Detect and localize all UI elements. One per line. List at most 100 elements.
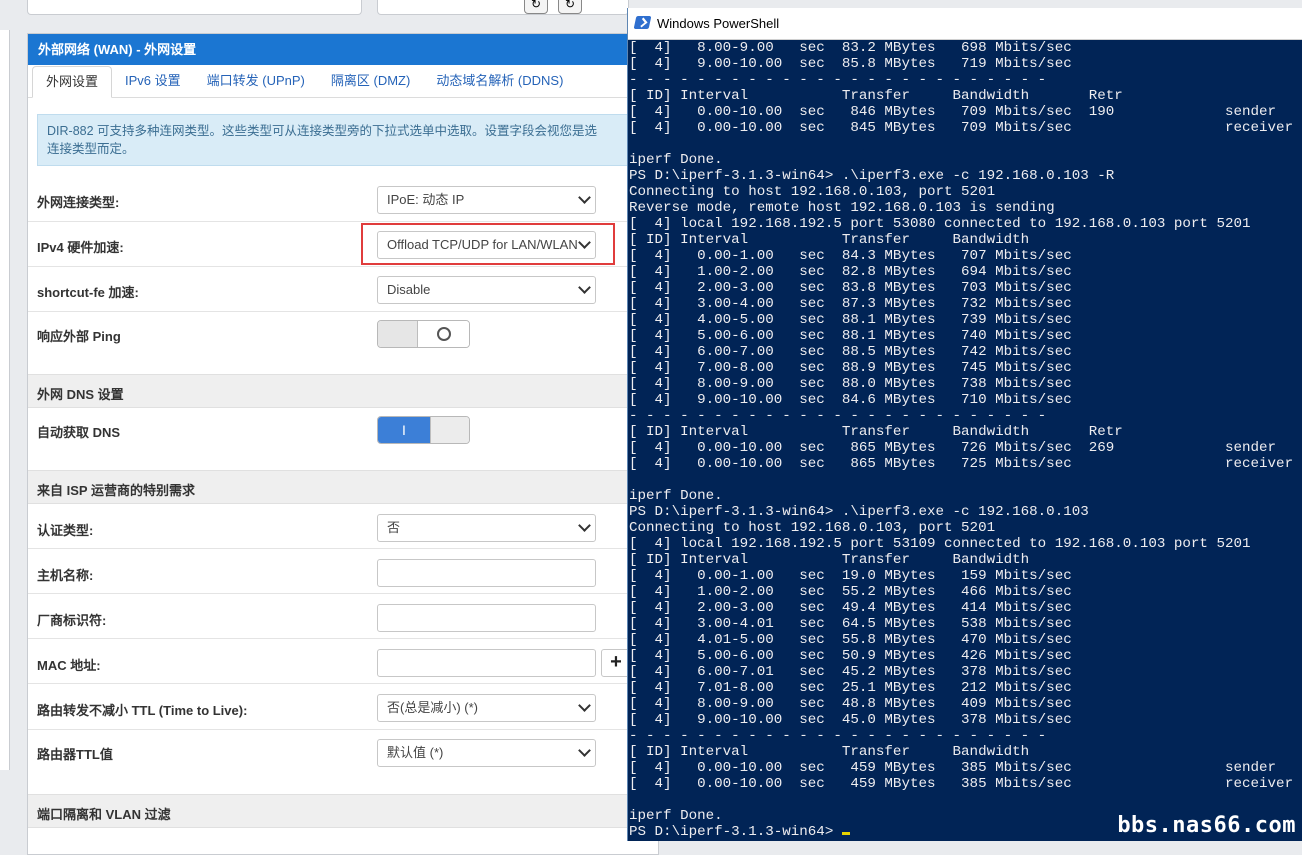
- tab-ipv6-settings[interactable]: IPv6 设置: [112, 65, 194, 97]
- row-auto-dns: 自动获取 DNS I: [28, 408, 658, 470]
- console-line: [ 4] 5.00-6.00 sec 50.9 MBytes 426 Mbits…: [629, 648, 1072, 664]
- chevron-down-icon: [578, 699, 591, 712]
- wan-type-label: 外网连接类型:: [37, 195, 120, 210]
- panel-title: 外部网络 (WAN) - 外网设置: [28, 34, 658, 65]
- console-line: [ 4] 8.00-9.00 sec 48.8 MBytes 409 Mbits…: [629, 696, 1072, 712]
- console-line: [ 4] 1.00-2.00 sec 82.8 MBytes 694 Mbits…: [629, 264, 1072, 280]
- console-line: Connecting to host 192.168.0.103, port 5…: [629, 184, 996, 200]
- console-line: [ 4] 5.00-6.00 sec 88.1 MBytes 740 Mbits…: [629, 328, 1072, 344]
- tab-dmz[interactable]: 隔离区 (DMZ): [318, 65, 423, 97]
- row-ttl-keep: 路由转发不减小 TTL (Time to Live): 否(总是减小) (*): [28, 684, 658, 730]
- hw-accel-label: IPv4 硬件加速:: [37, 240, 124, 255]
- console-line: [ 4] 2.00-3.00 sec 49.4 MBytes 414 Mbits…: [629, 600, 1072, 616]
- hostname-input[interactable]: [377, 559, 596, 587]
- console-line: [ 4] 6.00-7.01 sec 45.2 MBytes 378 Mbits…: [629, 664, 1072, 680]
- powershell-titlebar[interactable]: Windows PowerShell: [628, 8, 1302, 40]
- mac-clone-button[interactable]: +: [601, 649, 631, 677]
- section-wan-dns: 外网 DNS 设置: [28, 374, 658, 408]
- console-line: [ ID] Interval Transfer Bandwidth: [629, 744, 1030, 760]
- auth-type-value: 否: [387, 520, 401, 535]
- console-line: - - - - - - - - - - - - - - - - - - - - …: [629, 408, 1047, 424]
- section-isp-requirements: 来自 ISP 运营商的特别需求: [28, 470, 658, 504]
- console-line: [ 4] 0.00-10.00 sec 865 MBytes 725 Mbits…: [629, 456, 1294, 472]
- row-ttl-value: 路由器TTL值 默认值 (*): [28, 730, 658, 794]
- annotation-highlight-box: [361, 223, 615, 265]
- toggle-off-left: [378, 321, 418, 347]
- console-line: Reverse mode, remote host 192.168.0.103 …: [629, 200, 1055, 216]
- chevron-down-icon: [578, 519, 591, 532]
- console-line: - - - - - - - - - - - - - - - - - - - - …: [629, 728, 1047, 744]
- console-line: [ 4] 7.01-8.00 sec 25.1 MBytes 212 Mbits…: [629, 680, 1072, 696]
- console-line: iperf Done.: [629, 488, 723, 504]
- isp-section-title: 来自 ISP 运营商的特别需求: [37, 483, 195, 498]
- auto-dns-toggle[interactable]: I: [377, 416, 470, 444]
- ttl-value-select[interactable]: 默认值 (*): [377, 739, 596, 767]
- ttl-keep-value: 否(总是减小) (*): [387, 700, 478, 715]
- tab-port-forwarding[interactable]: 端口转发 (UPnP): [194, 65, 318, 97]
- console-line: [ 4] 9.00-10.00 sec 84.6 MBytes 710 Mbit…: [629, 392, 1072, 408]
- console-line: [ 4] 8.00-9.00 sec 83.2 MBytes 698 Mbits…: [629, 40, 1072, 56]
- section-vlan: 端口隔离和 VLAN 过滤: [28, 794, 658, 828]
- console-line: [ 4] 3.00-4.00 sec 87.3 MBytes 732 Mbits…: [629, 296, 1072, 312]
- console-line: [ 4] 1.00-2.00 sec 55.2 MBytes 466 Mbits…: [629, 584, 1072, 600]
- row-hostname: 主机名称:: [28, 549, 658, 594]
- info-line-2: 连接类型而定。: [47, 142, 135, 156]
- toggle-on-right: [430, 417, 469, 443]
- ttl-value-value: 默认值 (*): [387, 745, 444, 760]
- background-window-edge: [0, 30, 10, 770]
- circle-icon: [437, 327, 451, 341]
- console-line: [ 4] 0.00-10.00 sec 459 MBytes 385 Mbits…: [629, 776, 1294, 792]
- info-line-1: DIR-882 可支持多种连网类型。这些类型可从连接类型旁的下拉式选单中选取。设…: [47, 124, 598, 138]
- console-line: [ 4] 0.00-1.00 sec 19.0 MBytes 159 Mbits…: [629, 568, 1072, 584]
- wan-type-select[interactable]: IPoE: 动态 IP: [377, 186, 596, 214]
- ttl-keep-label: 路由转发不减小 TTL (Time to Live):: [37, 703, 248, 718]
- console-line: [ 4] 6.00-7.00 sec 88.5 MBytes 742 Mbits…: [629, 344, 1072, 360]
- vendor-id-input[interactable]: [377, 604, 596, 632]
- auto-dns-label: 自动获取 DNS: [37, 425, 121, 440]
- mac-address-input[interactable]: [377, 649, 596, 677]
- console-line: [ ID] Interval Transfer Bandwidth: [629, 232, 1030, 248]
- refresh-icon[interactable]: ↻: [524, 0, 548, 14]
- background-card-top-left: [27, 0, 362, 15]
- console-line: iperf Done.: [629, 152, 723, 168]
- row-shortcut-fe: shortcut-fe 加速: Disable: [28, 267, 658, 312]
- auth-type-select[interactable]: 否: [377, 514, 596, 542]
- vendor-id-label: 厂商标识符:: [37, 613, 107, 628]
- wan-settings-panel: 外部网络 (WAN) - 外网设置 外网设置 IPv6 设置 端口转发 (UPn…: [27, 33, 659, 855]
- auth-type-label: 认证类型:: [37, 523, 94, 538]
- console-line: [ 4] 9.00-10.00 sec 85.8 MBytes 719 Mbit…: [629, 56, 1072, 72]
- ping-toggle[interactable]: [377, 320, 470, 348]
- console-line: Connecting to host 192.168.0.103, port 5…: [629, 520, 996, 536]
- watermark-text: bbs.nas66.com: [1117, 813, 1296, 838]
- console-line: PS D:\iperf-3.1.3-win64> .\iperf3.exe -c…: [629, 168, 1115, 184]
- chevron-down-icon: [578, 281, 591, 294]
- ttl-keep-select[interactable]: 否(总是减小) (*): [377, 694, 596, 722]
- powershell-window[interactable]: Windows PowerShell [ 4] 8.00-9.00 sec 83…: [628, 8, 1302, 841]
- tab-wan-settings[interactable]: 外网设置: [32, 66, 113, 98]
- shortcut-fe-select[interactable]: Disable: [377, 276, 596, 304]
- console-line: [ ID] Interval Transfer Bandwidth Retr: [629, 424, 1123, 440]
- vlan-section-title: 端口隔离和 VLAN 过滤: [37, 807, 171, 822]
- reload-icon[interactable]: ↻: [558, 0, 582, 14]
- console-line: [ ID] Interval Transfer Bandwidth: [629, 552, 1030, 568]
- console-line: - - - - - - - - - - - - - - - - - - - - …: [629, 72, 1047, 88]
- console-line: [ 4] 4.01-5.00 sec 55.8 MBytes 470 Mbits…: [629, 632, 1072, 648]
- console-line: [ 4] local 192.168.192.5 port 53109 conn…: [629, 536, 1251, 552]
- tab-ddns[interactable]: 动态域名解析 (DDNS): [423, 65, 576, 97]
- console-line: [ 4] 0.00-10.00 sec 846 MBytes 709 Mbits…: [629, 104, 1277, 120]
- console-line: [ 4] 0.00-10.00 sec 845 MBytes 709 Mbits…: [629, 120, 1294, 136]
- hostname-label: 主机名称:: [37, 568, 94, 583]
- console-line: [ 4] 8.00-9.00 sec 88.0 MBytes 738 Mbits…: [629, 376, 1072, 392]
- shortcut-fe-label: shortcut-fe 加速:: [37, 285, 139, 300]
- row-mac-address: MAC 地址: +: [28, 639, 658, 684]
- powershell-icon: [633, 16, 652, 29]
- console-line: [ 4] 2.00-3.00 sec 83.8 MBytes 703 Mbits…: [629, 280, 1072, 296]
- powershell-console[interactable]: [ 4] 8.00-9.00 sec 83.2 MBytes 698 Mbits…: [628, 40, 1302, 841]
- info-message: DIR-882 可支持多种连网类型。这些类型可从连接类型旁的下拉式选单中选取。设…: [37, 114, 657, 166]
- row-auth-type: 认证类型: 否: [28, 504, 658, 549]
- console-line: [ 4] 0.00-1.00 sec 84.3 MBytes 707 Mbits…: [629, 248, 1072, 264]
- tab-bar: 外网设置 IPv6 设置 端口转发 (UPnP) 隔离区 (DMZ) 动态域名解…: [28, 65, 658, 98]
